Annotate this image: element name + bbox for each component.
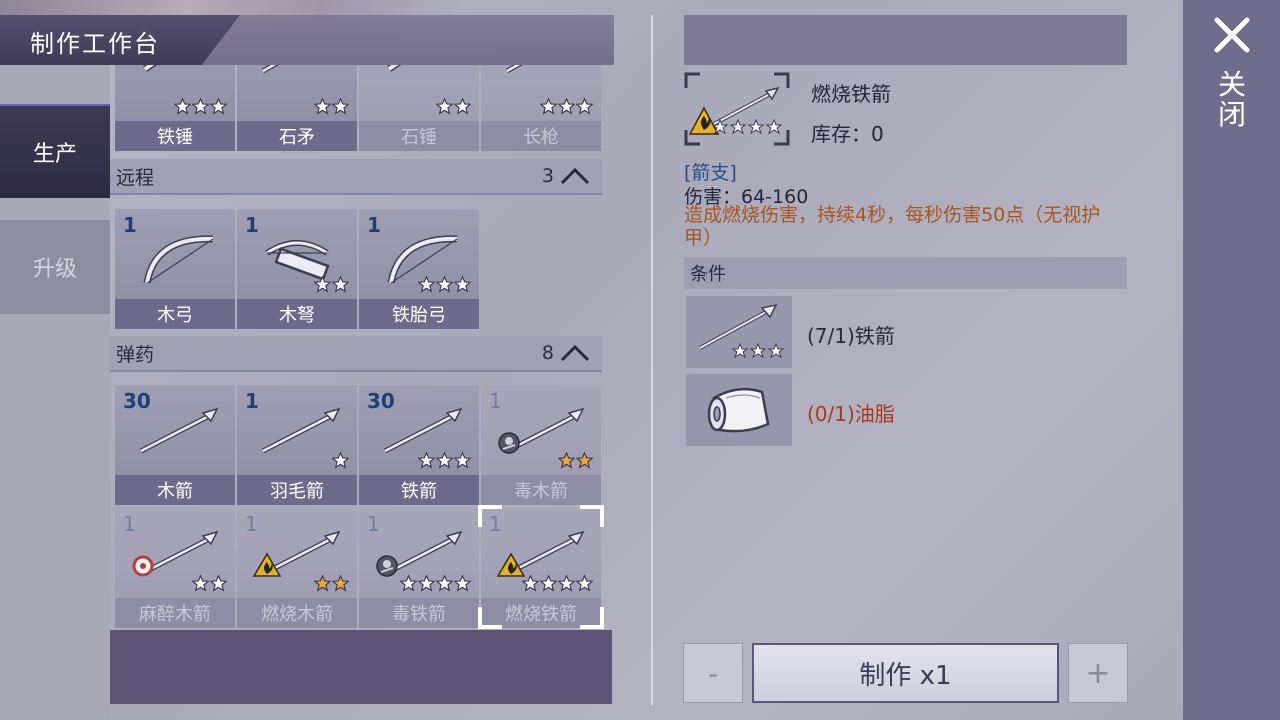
section-count: 3 <box>541 165 554 187</box>
stun-badge-icon <box>132 555 154 577</box>
conditions-header: 条件 <box>684 257 1127 289</box>
star-rating <box>418 276 471 293</box>
item-name: 毒铁箭 <box>359 598 479 628</box>
hammer-icon <box>143 65 158 72</box>
section-label: 弹药 <box>116 343 155 366</box>
grid-panel-footer <box>110 630 612 704</box>
bow-icon <box>143 235 214 284</box>
detail-category: [箭支] <box>684 162 737 184</box>
star-rating <box>174 98 227 115</box>
fire-badge-icon <box>497 552 525 577</box>
material-iron-arrow-text: (7/1)铁箭 <box>807 324 895 348</box>
item-cell[interactable]: 1 羽毛箭 <box>237 385 357 505</box>
item-cell[interactable]: 石锤 <box>359 65 479 151</box>
item-cell[interactable]: 1 燃烧木箭 <box>237 508 357 628</box>
item-cell[interactable]: 1 毒木箭 <box>481 385 601 505</box>
nav-upgrade[interactable]: 升级 <box>0 220 110 314</box>
material-iron-arrow-slot[interactable] <box>686 296 792 368</box>
page-title: 制作工作台 <box>30 30 160 58</box>
item-cell[interactable]: 1 木弓 <box>115 209 235 329</box>
detail-stock: 库存：0 <box>811 122 884 146</box>
arrow-icon <box>139 407 219 454</box>
arrow-icon <box>261 407 341 454</box>
star-rating <box>522 575 593 592</box>
grease-icon <box>707 387 770 433</box>
detail-item-icon <box>684 72 790 146</box>
item-cell[interactable]: 1 毒铁箭 <box>359 508 479 628</box>
item-name: 石矛 <box>237 121 357 151</box>
section-count: 8 <box>541 342 554 364</box>
poison-badge-icon <box>498 432 520 454</box>
star-rating <box>332 452 349 469</box>
item-name: 木弓 <box>115 299 235 329</box>
detail-item-name: 燃烧铁箭 <box>811 82 891 106</box>
item-cell[interactable]: 1 麻醉木箭 <box>115 508 235 628</box>
detail-description: 造成燃烧伤害，持续4秒，每秒伤害50点（无视护甲） <box>684 204 1101 249</box>
star-rating <box>314 98 349 115</box>
star-rating <box>436 98 471 115</box>
hammer-icon <box>387 65 402 72</box>
item-cell[interactable]: 30 木箭 <box>115 385 235 505</box>
fire-badge-icon <box>253 552 281 577</box>
item-name: 麻醉木箭 <box>115 598 235 628</box>
decrease-quantity-button[interactable]: - <box>683 643 743 703</box>
craft-button[interactable]: 制作 x1 <box>752 643 1059 703</box>
star-rating <box>314 575 349 592</box>
item-name: 铁胎弓 <box>359 299 479 329</box>
nav-produce[interactable]: 生产 <box>0 104 110 198</box>
chevron-up-icon <box>560 344 590 362</box>
detail-header-bar <box>684 15 1127 65</box>
spear-icon <box>505 65 523 74</box>
item-cell[interactable]: 1 燃烧铁箭 <box>481 508 601 628</box>
item-cell[interactable]: 长枪 <box>481 65 601 151</box>
star-rating <box>400 575 471 592</box>
item-name: 铁锤 <box>115 121 235 151</box>
arrow-icon <box>383 407 463 454</box>
spear-icon <box>261 65 279 74</box>
item-name: 木弩 <box>237 299 357 329</box>
item-grid-panel[interactable]: 铁锤 石矛 石锤 长枪远程 3 1 木弓 1 木弩 1 铁胎弓弹药 8 30 木箭 1 羽毛箭 30 铁箭… <box>110 65 612 630</box>
item-cell[interactable]: 30 铁箭 <box>359 385 479 505</box>
item-cell[interactable]: 石矛 <box>237 65 357 151</box>
material-grease-slot[interactable] <box>686 374 792 446</box>
star-rating <box>314 276 349 293</box>
item-name: 燃烧木箭 <box>237 598 357 628</box>
star-rating <box>418 452 471 469</box>
item-name: 燃烧铁箭 <box>481 598 601 628</box>
item-cell[interactable]: 1 木弩 <box>237 209 357 329</box>
item-cell[interactable]: 铁锤 <box>115 65 235 151</box>
item-name: 羽毛箭 <box>237 475 357 505</box>
item-name: 石锤 <box>359 121 479 151</box>
close-icon[interactable] <box>1213 16 1251 54</box>
item-cell[interactable]: 1 铁胎弓 <box>359 209 479 329</box>
section-header-ranged[interactable]: 远程 3 <box>110 159 602 195</box>
item-name: 木箭 <box>115 475 235 505</box>
material-grease-text: (0/1)油脂 <box>807 402 895 426</box>
item-name: 毒木箭 <box>481 475 601 505</box>
star-rating <box>540 98 593 115</box>
increase-quantity-button[interactable]: + <box>1068 643 1128 703</box>
close-label[interactable]: 关闭 <box>1215 70 1249 130</box>
section-header-ammo[interactable]: 弹药 8 <box>110 336 602 372</box>
iron-arrow-icon <box>699 303 785 359</box>
chevron-up-icon <box>560 167 590 185</box>
star-rating <box>558 452 593 469</box>
section-label: 远程 <box>116 166 155 189</box>
poison-badge-icon <box>376 555 398 577</box>
item-name: 铁箭 <box>359 475 479 505</box>
panel-divider <box>651 15 653 705</box>
star-rating <box>192 575 227 592</box>
item-name: 长枪 <box>481 121 601 151</box>
